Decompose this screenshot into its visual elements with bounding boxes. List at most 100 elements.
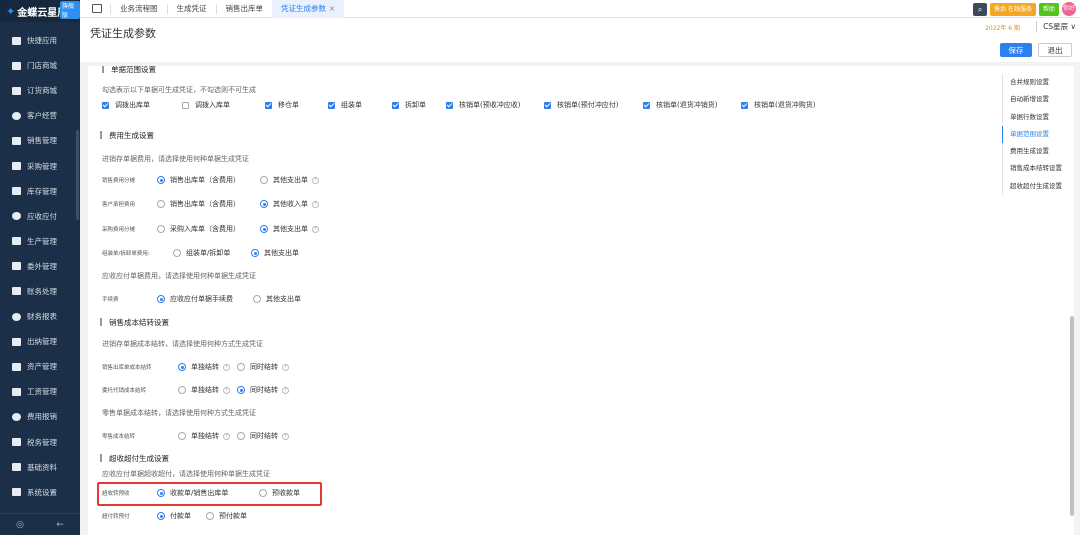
radio-option[interactable]: 预付款单 (206, 511, 247, 521)
checkbox-icon[interactable] (392, 101, 399, 109)
tab-process-map[interactable]: 业务流程图 (110, 3, 167, 14)
service-button[interactable]: 售后 在线服务 (990, 2, 1036, 16)
anchor-nav-item[interactable]: 单据范围设置 (1002, 125, 1074, 144)
scope-checkbox[interactable]: 拆卸单 (392, 100, 426, 110)
radio-icon[interactable] (260, 225, 268, 233)
sidebar-item[interactable]: 库存管理 (0, 179, 80, 204)
sidebar-item[interactable]: 资产管理 (0, 354, 80, 379)
save-button[interactable]: 保存 (1000, 43, 1032, 57)
radio-option[interactable]: 其他支出单? (260, 175, 319, 185)
radio-icon[interactable] (157, 295, 165, 303)
tab-generate-voucher[interactable]: 生成凭证 (166, 3, 216, 14)
help-icon[interactable]: ? (223, 432, 230, 440)
sidebar-item[interactable]: 采购管理 (0, 153, 80, 178)
radio-option[interactable]: 应收应付单据手续费 (157, 294, 233, 304)
account-selector[interactable]: CS星辰 ∨ (1036, 21, 1076, 32)
sidebar-item[interactable]: 客户经营 (0, 103, 80, 128)
help-icon[interactable]: ? (282, 386, 289, 394)
help-icon[interactable]: ? (282, 432, 289, 440)
help-icon[interactable]: ? (282, 363, 289, 371)
radio-icon[interactable] (178, 432, 186, 440)
sidebar-item[interactable]: 委外管理 (0, 254, 80, 279)
sidebar-item[interactable]: 门店商城 (0, 53, 80, 78)
scope-checkbox[interactable]: 组装单 (328, 100, 362, 110)
checkbox-icon[interactable] (328, 101, 335, 109)
sidebar-item[interactable]: 应收应付 (0, 204, 80, 229)
help-button[interactable]: 帮助 (1038, 2, 1059, 16)
sidebar-item[interactable]: 快捷应用 (0, 28, 80, 53)
anchor-nav-item[interactable]: 单据行数设置 (1002, 108, 1074, 126)
radio-option[interactable]: 其他支出单? (260, 224, 319, 234)
radio-icon[interactable] (251, 249, 259, 257)
radio-icon[interactable] (253, 295, 261, 303)
sidebar-item[interactable]: 订货商城 (0, 78, 80, 103)
radio-icon[interactable] (237, 363, 245, 371)
radio-option[interactable]: 采购入库单（含费用） (157, 224, 240, 234)
radio-option[interactable]: 单独结转? (178, 362, 230, 372)
radio-option[interactable]: 组装单/拆卸单 (173, 248, 230, 258)
scope-checkbox[interactable]: 核销单(退货冲销货) (643, 100, 717, 110)
radio-option[interactable]: 其他收入单? (260, 199, 319, 209)
radio-icon[interactable] (237, 386, 245, 394)
radio-icon[interactable] (173, 249, 181, 257)
scope-checkbox[interactable]: 核销单(预付冲应付) (544, 100, 618, 110)
checkbox-icon[interactable] (643, 101, 650, 109)
collapse-icon[interactable]: ← (56, 520, 64, 530)
exit-button[interactable]: 退出 (1038, 43, 1072, 57)
radio-icon[interactable] (157, 200, 165, 208)
anchor-nav-item[interactable]: 超收超付生成设置 (1002, 177, 1074, 196)
checkbox-icon[interactable] (544, 101, 551, 109)
radio-icon[interactable] (157, 225, 165, 233)
radio-icon[interactable] (260, 200, 268, 208)
checkbox-icon[interactable] (265, 101, 272, 109)
sidebar-item[interactable]: 工资管理 (0, 379, 80, 404)
sidebar-item[interactable]: 财务报表 (0, 304, 80, 329)
anchor-nav-item[interactable]: 合并规则设置 (1002, 74, 1074, 92)
sidebar-item[interactable]: 费用报销 (0, 404, 80, 429)
help-icon[interactable]: ? (312, 176, 319, 184)
scope-checkbox[interactable]: 核销单(退货冲购货) (741, 100, 815, 110)
radio-option[interactable]: 同时结转? (237, 431, 289, 441)
sidebar-item[interactable]: 出纳管理 (0, 329, 80, 354)
sidebar-item[interactable]: 基础资料 (0, 455, 80, 480)
help-icon[interactable]: ? (312, 225, 319, 233)
sidebar-item[interactable]: 税务管理 (0, 430, 80, 455)
tab-voucher-params[interactable]: 凭证生成参数 × (272, 0, 345, 18)
radio-icon[interactable] (178, 386, 186, 394)
radio-option[interactable]: 同时结转? (237, 362, 289, 372)
checkbox-icon[interactable] (741, 101, 748, 109)
scope-checkbox[interactable]: 核销单(预收冲应收) (446, 100, 520, 110)
avatar[interactable]: 你好 (1062, 2, 1076, 16)
radio-option[interactable]: 销售出库单（含费用） (157, 175, 240, 185)
tab-sales-outbound[interactable]: 销售出库单 (215, 3, 273, 14)
radio-icon[interactable] (260, 176, 268, 184)
help-icon[interactable]: ? (312, 200, 319, 208)
radio-icon[interactable] (178, 363, 186, 371)
radio-option[interactable]: 同时结转? (237, 385, 289, 395)
radio-option[interactable]: 其他支出单 (253, 294, 301, 304)
radio-icon[interactable] (237, 432, 245, 440)
anchor-nav-item[interactable]: 费用生成设置 (1002, 143, 1074, 161)
anchor-nav-item[interactable]: 销售成本结转设置 (1002, 160, 1074, 178)
radio-icon[interactable] (157, 176, 165, 184)
scope-checkbox[interactable]: 调拨入库单 (182, 100, 230, 110)
anchor-nav-item[interactable]: 自动新增设置 (1002, 91, 1074, 109)
settings-icon[interactable]: ◎ (16, 520, 24, 530)
scope-checkbox[interactable]: 调拨出库单 (102, 100, 150, 110)
radio-option[interactable]: 销售出库单（含费用） (157, 199, 240, 209)
help-icon[interactable]: ? (223, 386, 230, 394)
sidebar-scrollbar[interactable] (76, 130, 79, 220)
home-icon[interactable] (92, 4, 102, 13)
radio-icon[interactable] (206, 512, 214, 520)
sidebar-item[interactable]: 账务处理 (0, 279, 80, 304)
radio-option[interactable]: 单独结转? (178, 385, 230, 395)
sidebar-item[interactable]: 销售管理 (0, 128, 80, 153)
sidebar-item[interactable]: 生产管理 (0, 229, 80, 254)
radio-icon[interactable] (157, 512, 165, 520)
checkbox-icon[interactable] (102, 101, 109, 109)
help-icon[interactable]: ? (223, 363, 230, 371)
checkbox-icon[interactable] (182, 101, 189, 109)
radio-option[interactable]: 单独结转? (178, 431, 230, 441)
scope-checkbox[interactable]: 移仓单 (265, 100, 299, 110)
radio-option[interactable]: 付款单 (157, 511, 191, 521)
